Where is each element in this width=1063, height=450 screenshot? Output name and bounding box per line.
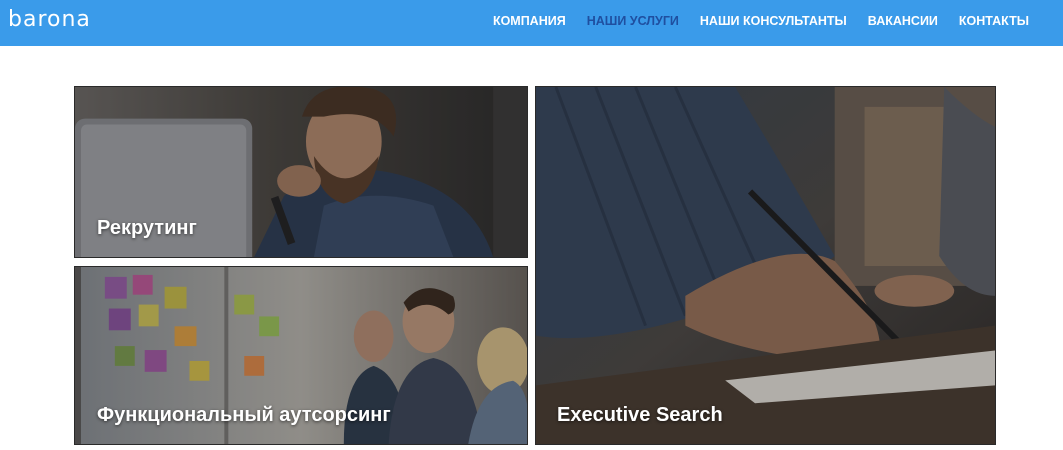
service-tile-executive-search[interactable]: Executive Search [535, 86, 996, 445]
logo[interactable]: barona [8, 7, 91, 32]
main-nav: КОМПАНИЯ НАШИ УСЛУГИ НАШИ КОНСУЛЬТАНТЫ В… [493, 14, 1029, 28]
nav-item-contacts[interactable]: КОНТАКТЫ [959, 14, 1029, 28]
nav-item-services[interactable]: НАШИ УСЛУГИ [587, 14, 679, 28]
service-tile-outsourcing[interactable]: Функциональный аутсорсинг [74, 266, 528, 445]
service-tile-recruiting[interactable]: Рекрутинг [74, 86, 528, 258]
nav-item-consultants[interactable]: НАШИ КОНСУЛЬТАНТЫ [700, 14, 847, 28]
service-title-recruiting: Рекрутинг [97, 217, 197, 239]
image-overlay [536, 87, 995, 444]
service-title-executive-search: Executive Search [557, 404, 723, 426]
nav-item-vacancies[interactable]: ВАКАНСИИ [868, 14, 938, 28]
service-title-outsourcing: Функциональный аутсорсинг [97, 404, 391, 426]
site-header: barona КОМПАНИЯ НАШИ УСЛУГИ НАШИ КОНСУЛЬ… [0, 0, 1063, 46]
nav-item-company[interactable]: КОМПАНИЯ [493, 14, 566, 28]
